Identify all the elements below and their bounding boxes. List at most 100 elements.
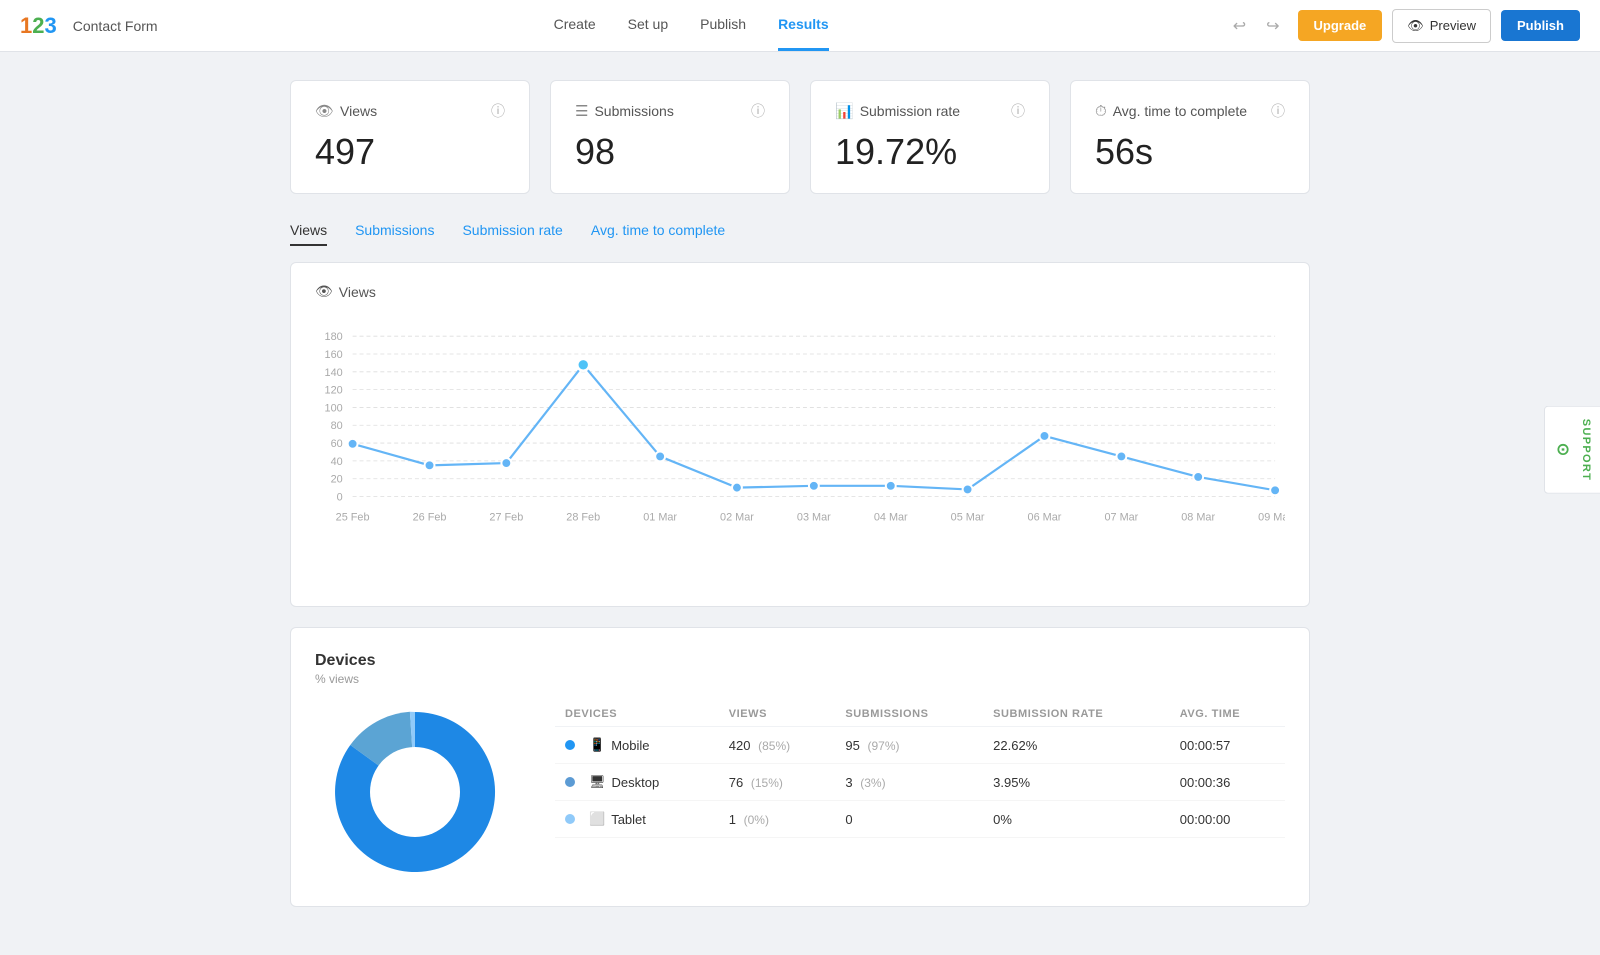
rate-info-icon[interactable]: ⓘ — [1011, 101, 1025, 121]
stat-card-rate: 📊 Submission rate ⓘ 19.72% — [810, 80, 1050, 194]
stat-value-avgtime: 56s — [1095, 131, 1285, 173]
mobile-views: 420 (85%) — [719, 727, 836, 764]
undo-button[interactable]: ↩ — [1225, 10, 1254, 42]
stat-card-avgtime: ⏱ Avg. time to complete ⓘ 56s — [1070, 80, 1310, 194]
app-logo: 123 — [20, 13, 57, 39]
chart-container: 180 160 140 120 100 80 60 40 20 0 — [315, 316, 1285, 586]
svg-text:120: 120 — [325, 385, 343, 397]
eye-icon: 👁 — [1407, 18, 1424, 34]
tablet-views: 1 (0%) — [719, 801, 836, 838]
chart-point-1 — [425, 460, 435, 470]
col-rate: SUBMISSION RATE — [983, 702, 1170, 727]
stat-card-submissions: ☰ Submissions ⓘ 98 — [550, 80, 790, 194]
chart-point-0 — [348, 439, 358, 449]
devices-title: Devices — [315, 652, 1285, 670]
mobile-avgtime: 00:00:57 — [1170, 727, 1285, 764]
chart-point-8 — [963, 484, 973, 494]
mobile-rate: 22.62% — [983, 727, 1170, 764]
top-navigation: 123 Contact Form Create Set up Publish R… — [0, 0, 1600, 52]
chart-point-5 — [732, 483, 742, 493]
devices-table: DEVICES VIEWS SUBMISSIONS SUBMISSION RAT… — [555, 702, 1285, 838]
devices-data-table: DEVICES VIEWS SUBMISSIONS SUBMISSION RAT… — [555, 702, 1285, 838]
stat-header-submissions: ☰ Submissions ⓘ — [575, 101, 765, 121]
views-info-icon[interactable]: ⓘ — [491, 101, 505, 121]
stat-card-views: 👁 Views ⓘ 497 — [290, 80, 530, 194]
table-row: ⬜ Tablet 1 (0%) 0 0% — [555, 801, 1285, 838]
submissions-icon: ☰ — [575, 102, 588, 120]
col-devices: DEVICES — [555, 702, 719, 727]
chart-tab-rate[interactable]: Submission rate — [462, 222, 562, 246]
col-views: VIEWS — [719, 702, 836, 727]
pie-chart-container — [315, 702, 515, 882]
chart-point-7 — [886, 481, 896, 491]
upgrade-button[interactable]: Upgrade — [1298, 10, 1383, 41]
tablet-rate: 0% — [983, 801, 1170, 838]
mobile-submissions: 95 (97%) — [835, 727, 983, 764]
submissions-info-icon[interactable]: ⓘ — [751, 101, 765, 121]
chart-point-11 — [1193, 472, 1203, 482]
svg-text:08 Mar: 08 Mar — [1181, 511, 1215, 523]
form-title: Contact Form — [73, 18, 158, 34]
table-row: 📱 Mobile 420 (85%) 95 (97%) — [555, 727, 1285, 764]
desktop-views: 76 (15%) — [719, 764, 836, 801]
svg-text:40: 40 — [331, 456, 343, 468]
desktop-dot — [565, 777, 575, 787]
svg-text:01 Mar: 01 Mar — [643, 511, 677, 523]
main-content: 👁 Views ⓘ 497 ☰ Submissions ⓘ 98 📊 S — [270, 52, 1330, 955]
svg-text:26 Feb: 26 Feb — [413, 511, 447, 523]
desktop-sub-pct: (3%) — [860, 776, 885, 790]
stat-header-views: 👁 Views ⓘ — [315, 101, 505, 121]
nav-create[interactable]: Create — [554, 0, 596, 51]
stat-label-views: 👁 Views — [315, 102, 377, 120]
chart-tab-views[interactable]: Views — [290, 222, 327, 246]
devices-table-header: DEVICES VIEWS SUBMISSIONS SUBMISSION RAT… — [555, 702, 1285, 727]
col-avgtime: AVG. TIME — [1170, 702, 1285, 727]
svg-text:28 Feb: 28 Feb — [566, 511, 600, 523]
nav-publish[interactable]: Publish — [700, 0, 746, 51]
publish-button[interactable]: Publish — [1501, 10, 1580, 41]
svg-text:02 Mar: 02 Mar — [720, 511, 754, 523]
devices-card: Devices % views — [290, 627, 1310, 907]
chart-svg: 180 160 140 120 100 80 60 40 20 0 — [315, 316, 1285, 586]
stat-value-views: 497 — [315, 131, 505, 173]
rate-icon: 📊 — [835, 102, 854, 120]
svg-text:05 Mar: 05 Mar — [951, 511, 985, 523]
redo-button[interactable]: ↪ — [1258, 10, 1287, 42]
desktop-submissions: 3 (3%) — [835, 764, 983, 801]
chart-point-12 — [1270, 485, 1280, 495]
svg-text:20: 20 — [331, 474, 343, 486]
chart-tab-avgtime[interactable]: Avg. time to complete — [591, 222, 725, 246]
chart-title: 👁 Views — [315, 283, 1285, 300]
stat-label-rate: 📊 Submission rate — [835, 102, 960, 120]
preview-button[interactable]: 👁 Preview — [1392, 9, 1491, 43]
svg-text:180: 180 — [325, 331, 343, 343]
svg-text:80: 80 — [331, 420, 343, 432]
stat-header-avgtime: ⏱ Avg. time to complete ⓘ — [1095, 101, 1285, 121]
svg-text:0: 0 — [337, 491, 343, 503]
time-icon: ⏱ — [1095, 103, 1107, 120]
col-submissions: SUBMISSIONS — [835, 702, 983, 727]
svg-text:27 Feb: 27 Feb — [489, 511, 523, 523]
chart-line — [353, 365, 1275, 491]
tablet-views-pct: (0%) — [744, 813, 769, 827]
chart-tab-submissions[interactable]: Submissions — [355, 222, 434, 246]
chart-point-10 — [1116, 451, 1126, 461]
support-icon: ⊙ — [1553, 443, 1572, 458]
svg-text:03 Mar: 03 Mar — [797, 511, 831, 523]
avgtime-info-icon[interactable]: ⓘ — [1271, 101, 1285, 121]
logo-1: 1 — [20, 13, 32, 38]
nav-actions: ↩ ↪ Upgrade 👁 Preview Publish — [1225, 9, 1580, 43]
stat-label-avgtime: ⏱ Avg. time to complete — [1095, 103, 1247, 120]
chart-point-3 — [577, 359, 589, 371]
desktop-avgtime: 00:00:36 — [1170, 764, 1285, 801]
device-desktop-name: 🖥 Desktop — [555, 764, 719, 801]
chart-point-2 — [501, 458, 511, 468]
nav-results[interactable]: Results — [778, 0, 829, 51]
table-row: 🖥 Desktop 76 (15%) 3 (3%) — [555, 764, 1285, 801]
views-icon: 👁 — [315, 102, 334, 120]
svg-text:06 Mar: 06 Mar — [1028, 511, 1062, 523]
support-button[interactable]: SUPPORT ⊙ — [1544, 406, 1600, 494]
stat-header-rate: 📊 Submission rate ⓘ — [835, 101, 1025, 121]
nav-setup[interactable]: Set up — [628, 0, 668, 51]
support-label: SUPPORT — [1580, 419, 1592, 481]
